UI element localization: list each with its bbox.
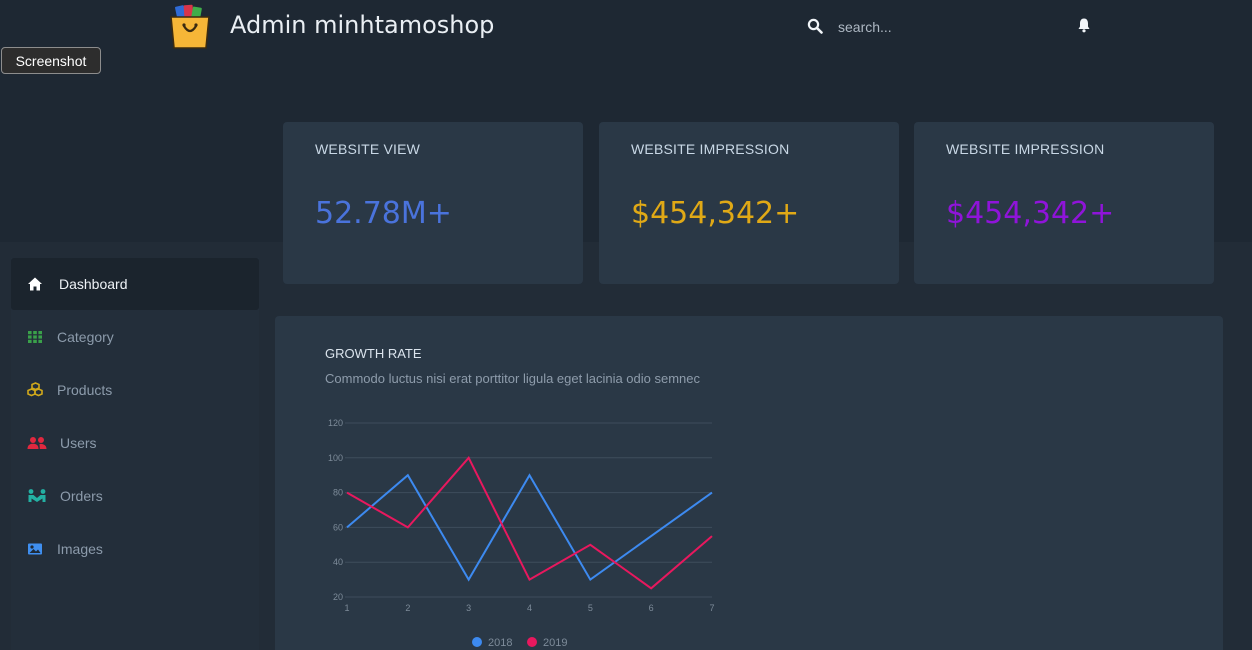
y-tick-label: 100 [328, 453, 343, 463]
x-tick-label: 3 [466, 603, 471, 613]
cubes-icon [27, 382, 43, 397]
bell-icon[interactable] [1077, 17, 1091, 33]
sidebar-item-label: Orders [60, 488, 103, 504]
growth-rate-panel: GROWTH RATE Commodo luctus nisi erat por… [275, 316, 1223, 650]
sidebar-item-label: Dashboard [59, 276, 128, 292]
search-icon[interactable] [807, 18, 823, 34]
legend-label-2018: 2018 [488, 637, 512, 649]
legend-marker-2018 [472, 637, 482, 647]
sidebar-item-label: Category [57, 329, 114, 345]
growth-rate-line-chart: 20 40 60 80 100 120 1 2 3 4 5 6 7 2018 2019 [328, 418, 715, 649]
y-tick-label: 80 [333, 488, 343, 498]
chart-subtitle: Commodo luctus nisi erat porttitor ligul… [325, 371, 701, 386]
x-tick-label: 4 [527, 603, 532, 613]
series-line-2019 [346, 456, 713, 590]
sidebar-item-category[interactable]: Category [11, 311, 259, 363]
stat-card-website-view: WEBSITE VIEW 52.78M+ [283, 122, 583, 284]
sidebar-item-label: Images [57, 541, 103, 557]
stat-card-website-impression: WEBSITE IMPRESSION $454,342+ [599, 122, 899, 284]
stat-card-title: WEBSITE VIEW [315, 141, 421, 157]
stat-card-title: WEBSITE IMPRESSION [631, 141, 790, 157]
stat-card-title: WEBSITE IMPRESSION [946, 141, 1105, 157]
x-tick-label: 2 [405, 603, 410, 613]
stat-card-value: $454,342+ [631, 196, 800, 231]
screenshot-button[interactable]: Screenshot [1, 47, 101, 74]
y-tick-label: 60 [333, 522, 343, 532]
stat-card-website-impression-2: WEBSITE IMPRESSION $454,342+ [914, 122, 1214, 284]
legend-label-2019: 2019 [543, 637, 567, 649]
sidebar-item-images[interactable]: Images [11, 523, 259, 575]
sidebar-item-orders[interactable]: Orders [11, 470, 259, 522]
x-tick-label: 6 [649, 603, 654, 613]
x-tick-label: 1 [344, 603, 349, 613]
y-tick-label: 20 [333, 592, 343, 602]
legend-marker-2019 [527, 637, 537, 647]
home-icon [28, 277, 42, 291]
top-bar: Admin minhtamoshop [0, 0, 1252, 56]
sidebar-item-users[interactable]: Users [11, 417, 259, 469]
x-tick-label: 7 [709, 603, 714, 613]
brand-title: Admin minhtamoshop [230, 11, 495, 39]
sidebar-item-products[interactable]: Products [11, 364, 259, 416]
stat-card-value: 52.78M+ [315, 196, 452, 231]
sidebar-item-label: Users [60, 435, 97, 451]
shopping-bag-logo[interactable] [168, 4, 212, 50]
sidebar-item-label: Products [57, 382, 113, 398]
search-input[interactable] [830, 14, 1030, 40]
chart-title: GROWTH RATE [325, 346, 422, 361]
sidebar-item-dashboard[interactable]: Dashboard [11, 258, 259, 310]
x-tick-label: 5 [588, 603, 593, 613]
image-icon [28, 543, 42, 555]
handshake-icon [28, 489, 46, 502]
y-tick-label: 120 [328, 418, 343, 428]
users-icon [27, 437, 47, 449]
grid-icon [28, 331, 42, 343]
sidebar: Dashboard Category Products Users Orders… [11, 258, 259, 650]
y-tick-label: 40 [333, 557, 343, 567]
stat-card-value: $454,342+ [946, 196, 1115, 231]
